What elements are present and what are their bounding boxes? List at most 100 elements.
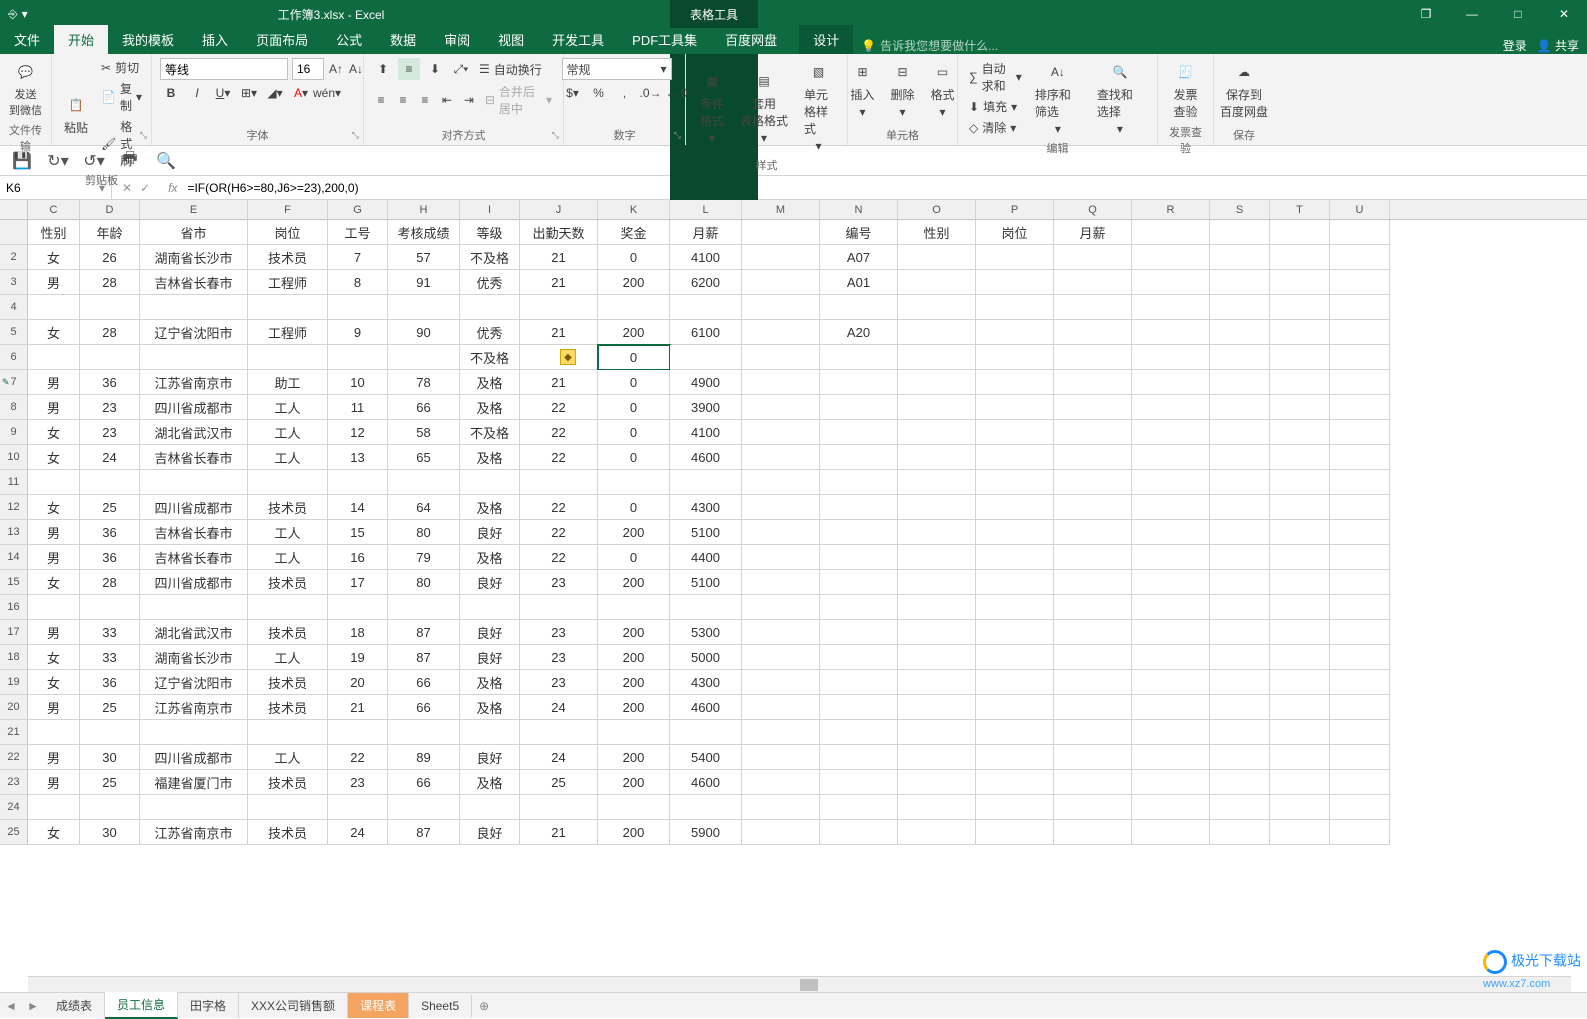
cell[interactable]: 0 [598, 395, 670, 420]
cell[interactable]: 及格 [460, 670, 520, 695]
cell[interactable] [820, 695, 898, 720]
cell[interactable] [1132, 720, 1210, 745]
cell[interactable] [1210, 770, 1270, 795]
cell[interactable]: 22 [520, 445, 598, 470]
cell[interactable] [1054, 820, 1132, 845]
row-header[interactable]: 5 [0, 320, 28, 345]
cell[interactable] [820, 295, 898, 320]
cell[interactable] [1330, 295, 1390, 320]
cell[interactable]: 24 [520, 745, 598, 770]
cell[interactable]: 0 [598, 345, 670, 370]
cell[interactable]: 21 [520, 245, 598, 270]
cell[interactable] [1132, 795, 1210, 820]
cell[interactable]: 优秀 [460, 270, 520, 295]
cell[interactable] [1132, 445, 1210, 470]
cell[interactable]: 25 [520, 770, 598, 795]
cell[interactable]: 30 [80, 820, 140, 845]
cell[interactable] [742, 620, 820, 645]
cell[interactable] [1210, 820, 1270, 845]
login-button[interactable]: 登录 [1503, 37, 1527, 54]
tab-review[interactable]: 审阅 [430, 25, 484, 54]
cell[interactable]: 200 [598, 695, 670, 720]
cell[interactable] [1330, 570, 1390, 595]
cell[interactable]: 女 [28, 570, 80, 595]
cell[interactable]: 4300 [670, 495, 742, 520]
cell[interactable] [140, 470, 248, 495]
cell[interactable] [328, 345, 388, 370]
cell[interactable]: 福建省厦门市 [140, 770, 248, 795]
cell[interactable] [1132, 345, 1210, 370]
cell[interactable]: 技术员 [248, 695, 328, 720]
row-header[interactable]: 9 [0, 420, 28, 445]
fx-icon[interactable]: fx [168, 181, 177, 195]
number-format-select[interactable]: 常规▾ [562, 58, 672, 80]
maximize-button[interactable]: □ [1495, 0, 1541, 28]
cell[interactable] [742, 520, 820, 545]
cell[interactable]: 四川省成都市 [140, 570, 248, 595]
cell[interactable] [670, 345, 742, 370]
cell[interactable] [1132, 620, 1210, 645]
cell[interactable]: A01 [820, 270, 898, 295]
cell[interactable]: 10 [328, 370, 388, 395]
cell[interactable] [898, 620, 976, 645]
cell[interactable]: 200 [598, 670, 670, 695]
tab-pdf[interactable]: PDF工具集 [618, 25, 711, 54]
cell[interactable] [80, 795, 140, 820]
sheet-nav-next-icon[interactable]: ► [22, 999, 44, 1013]
cell[interactable] [742, 445, 820, 470]
currency-icon[interactable]: $▾ [562, 82, 584, 104]
cell[interactable] [1132, 820, 1210, 845]
cell[interactable]: 33 [80, 620, 140, 645]
cell[interactable]: 男 [28, 620, 80, 645]
cell[interactable] [520, 295, 598, 320]
cell[interactable] [80, 295, 140, 320]
increase-font-icon[interactable]: A↑ [328, 58, 344, 80]
cell[interactable]: 80 [388, 520, 460, 545]
font-size-select[interactable] [292, 58, 324, 80]
cell[interactable] [388, 720, 460, 745]
cell[interactable] [1330, 695, 1390, 720]
select-all-corner[interactable] [0, 200, 28, 219]
cell[interactable] [1132, 745, 1210, 770]
cell[interactable]: 女 [28, 245, 80, 270]
align-expand-icon[interactable]: ⤡ [552, 130, 559, 141]
cell[interactable] [28, 470, 80, 495]
cell[interactable]: 66 [388, 670, 460, 695]
col-header-I[interactable]: I [460, 200, 520, 219]
cell[interactable] [28, 295, 80, 320]
cell[interactable] [1210, 295, 1270, 320]
ribbon-options-icon[interactable]: ❐ [1403, 0, 1449, 28]
cell[interactable]: 28 [80, 270, 140, 295]
header-cell[interactable]: 岗位 [976, 220, 1054, 245]
cell[interactable]: 技术员 [248, 670, 328, 695]
find-select-button[interactable]: 🔍查找和选择▾ [1091, 58, 1149, 138]
indent-dec-icon[interactable]: ⇤ [438, 89, 456, 111]
cell[interactable]: 4600 [670, 445, 742, 470]
cell[interactable] [1054, 245, 1132, 270]
cell[interactable] [1132, 695, 1210, 720]
cell[interactable] [1330, 520, 1390, 545]
cell[interactable] [976, 245, 1054, 270]
cell[interactable] [1330, 245, 1390, 270]
cell[interactable] [898, 445, 976, 470]
cell[interactable] [1210, 395, 1270, 420]
cell[interactable] [670, 295, 742, 320]
cell[interactable]: 24 [80, 445, 140, 470]
cell[interactable] [742, 795, 820, 820]
cell[interactable] [248, 595, 328, 620]
tell-me[interactable]: 💡告诉我您想要做什么... [861, 37, 998, 54]
header-cell[interactable] [1330, 220, 1390, 245]
cell[interactable]: 21 [328, 695, 388, 720]
header-cell[interactable]: 考核成绩 [388, 220, 460, 245]
cell[interactable] [1054, 470, 1132, 495]
cell[interactable] [1054, 395, 1132, 420]
cell[interactable] [820, 370, 898, 395]
spreadsheet-grid[interactable]: CDEFGHIJKLMNOPQRSTU 性别年龄省市岗位工号考核成绩等级出勤天数… [0, 200, 1587, 992]
align-bottom-icon[interactable]: ⬇ [424, 58, 446, 80]
cell[interactable] [1330, 445, 1390, 470]
cell[interactable]: 女 [28, 670, 80, 695]
border-icon[interactable]: ⊞▾ [238, 82, 260, 104]
cell[interactable]: 0 [598, 545, 670, 570]
cell[interactable] [1210, 320, 1270, 345]
col-header-M[interactable]: M [742, 200, 820, 219]
